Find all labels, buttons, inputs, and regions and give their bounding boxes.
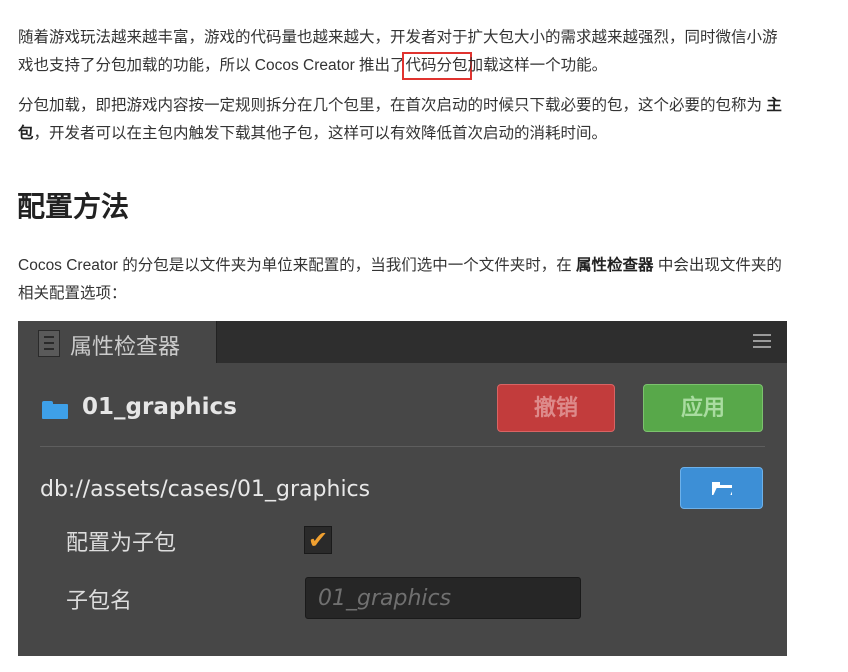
subpackage-paragraph: 分包加载，即把游戏内容按一定规则拆分在几个包里，在首次启动的时候只下载必要的包，… <box>18 92 788 148</box>
folder-open-icon <box>712 482 734 495</box>
highlighted-term: 代码分包 <box>401 52 472 80</box>
subpackage-name-label: 子包名 <box>66 589 133 614</box>
asset-path: db://assets/cases/01_graphics <box>40 477 371 502</box>
checkmark-icon: ✔ <box>307 526 329 554</box>
subpackage-label: 配置为子包 <box>66 531 177 556</box>
inspector-panel-screenshot: 属性检查器 01_graphics 撤销 应用 db://assets/case… <box>18 321 787 656</box>
open-folder-button[interactable] <box>680 467 763 509</box>
tab-inspector[interactable]: 属性检查器 <box>18 321 217 363</box>
revert-button[interactable]: 撤销 <box>497 384 615 432</box>
inspector-icon <box>38 330 60 357</box>
config-text-a: Cocos Creator 的分包是以文件夹为单位来配置的，当我们选中一个文件夹… <box>18 257 577 274</box>
panel-header: 属性检查器 <box>18 321 787 363</box>
inspector-term: 属性检查器 <box>576 257 654 274</box>
tab-title: 属性检查器 <box>70 335 181 360</box>
folder-name: 01_graphics <box>82 394 237 420</box>
divider <box>40 446 765 447</box>
intro-paragraph: 随着游戏玩法越来越丰富，游戏的代码量也越来越大，开发者对于扩大包大小的需求越来越… <box>18 24 788 80</box>
apply-button[interactable]: 应用 <box>643 384 763 432</box>
subpackage-name-input[interactable] <box>305 577 581 619</box>
subpackage-text-b: ，开发者可以在主包内触发下载其他子包，这样可以有效降低首次启动的消耗时间。 <box>33 125 608 142</box>
section-heading: 配置方法 <box>17 190 130 223</box>
menu-icon[interactable] <box>753 334 771 348</box>
intro-text-a: 随着游戏玩法越来越丰富，游戏的代码量也越来越大，开发者对于扩大包大小的需求越来越… <box>18 29 778 74</box>
subpackage-checkbox[interactable]: ✔ <box>304 526 332 554</box>
intro-text-b: 加载这样一个功能。 <box>467 57 608 74</box>
config-paragraph: Cocos Creator 的分包是以文件夹为单位来配置的，当我们选中一个文件夹… <box>18 252 788 308</box>
subpackage-text-a: 分包加载，即把游戏内容按一定规则拆分在几个包里，在首次启动的时候只下载必要的包，… <box>18 97 767 114</box>
folder-icon <box>42 401 68 419</box>
